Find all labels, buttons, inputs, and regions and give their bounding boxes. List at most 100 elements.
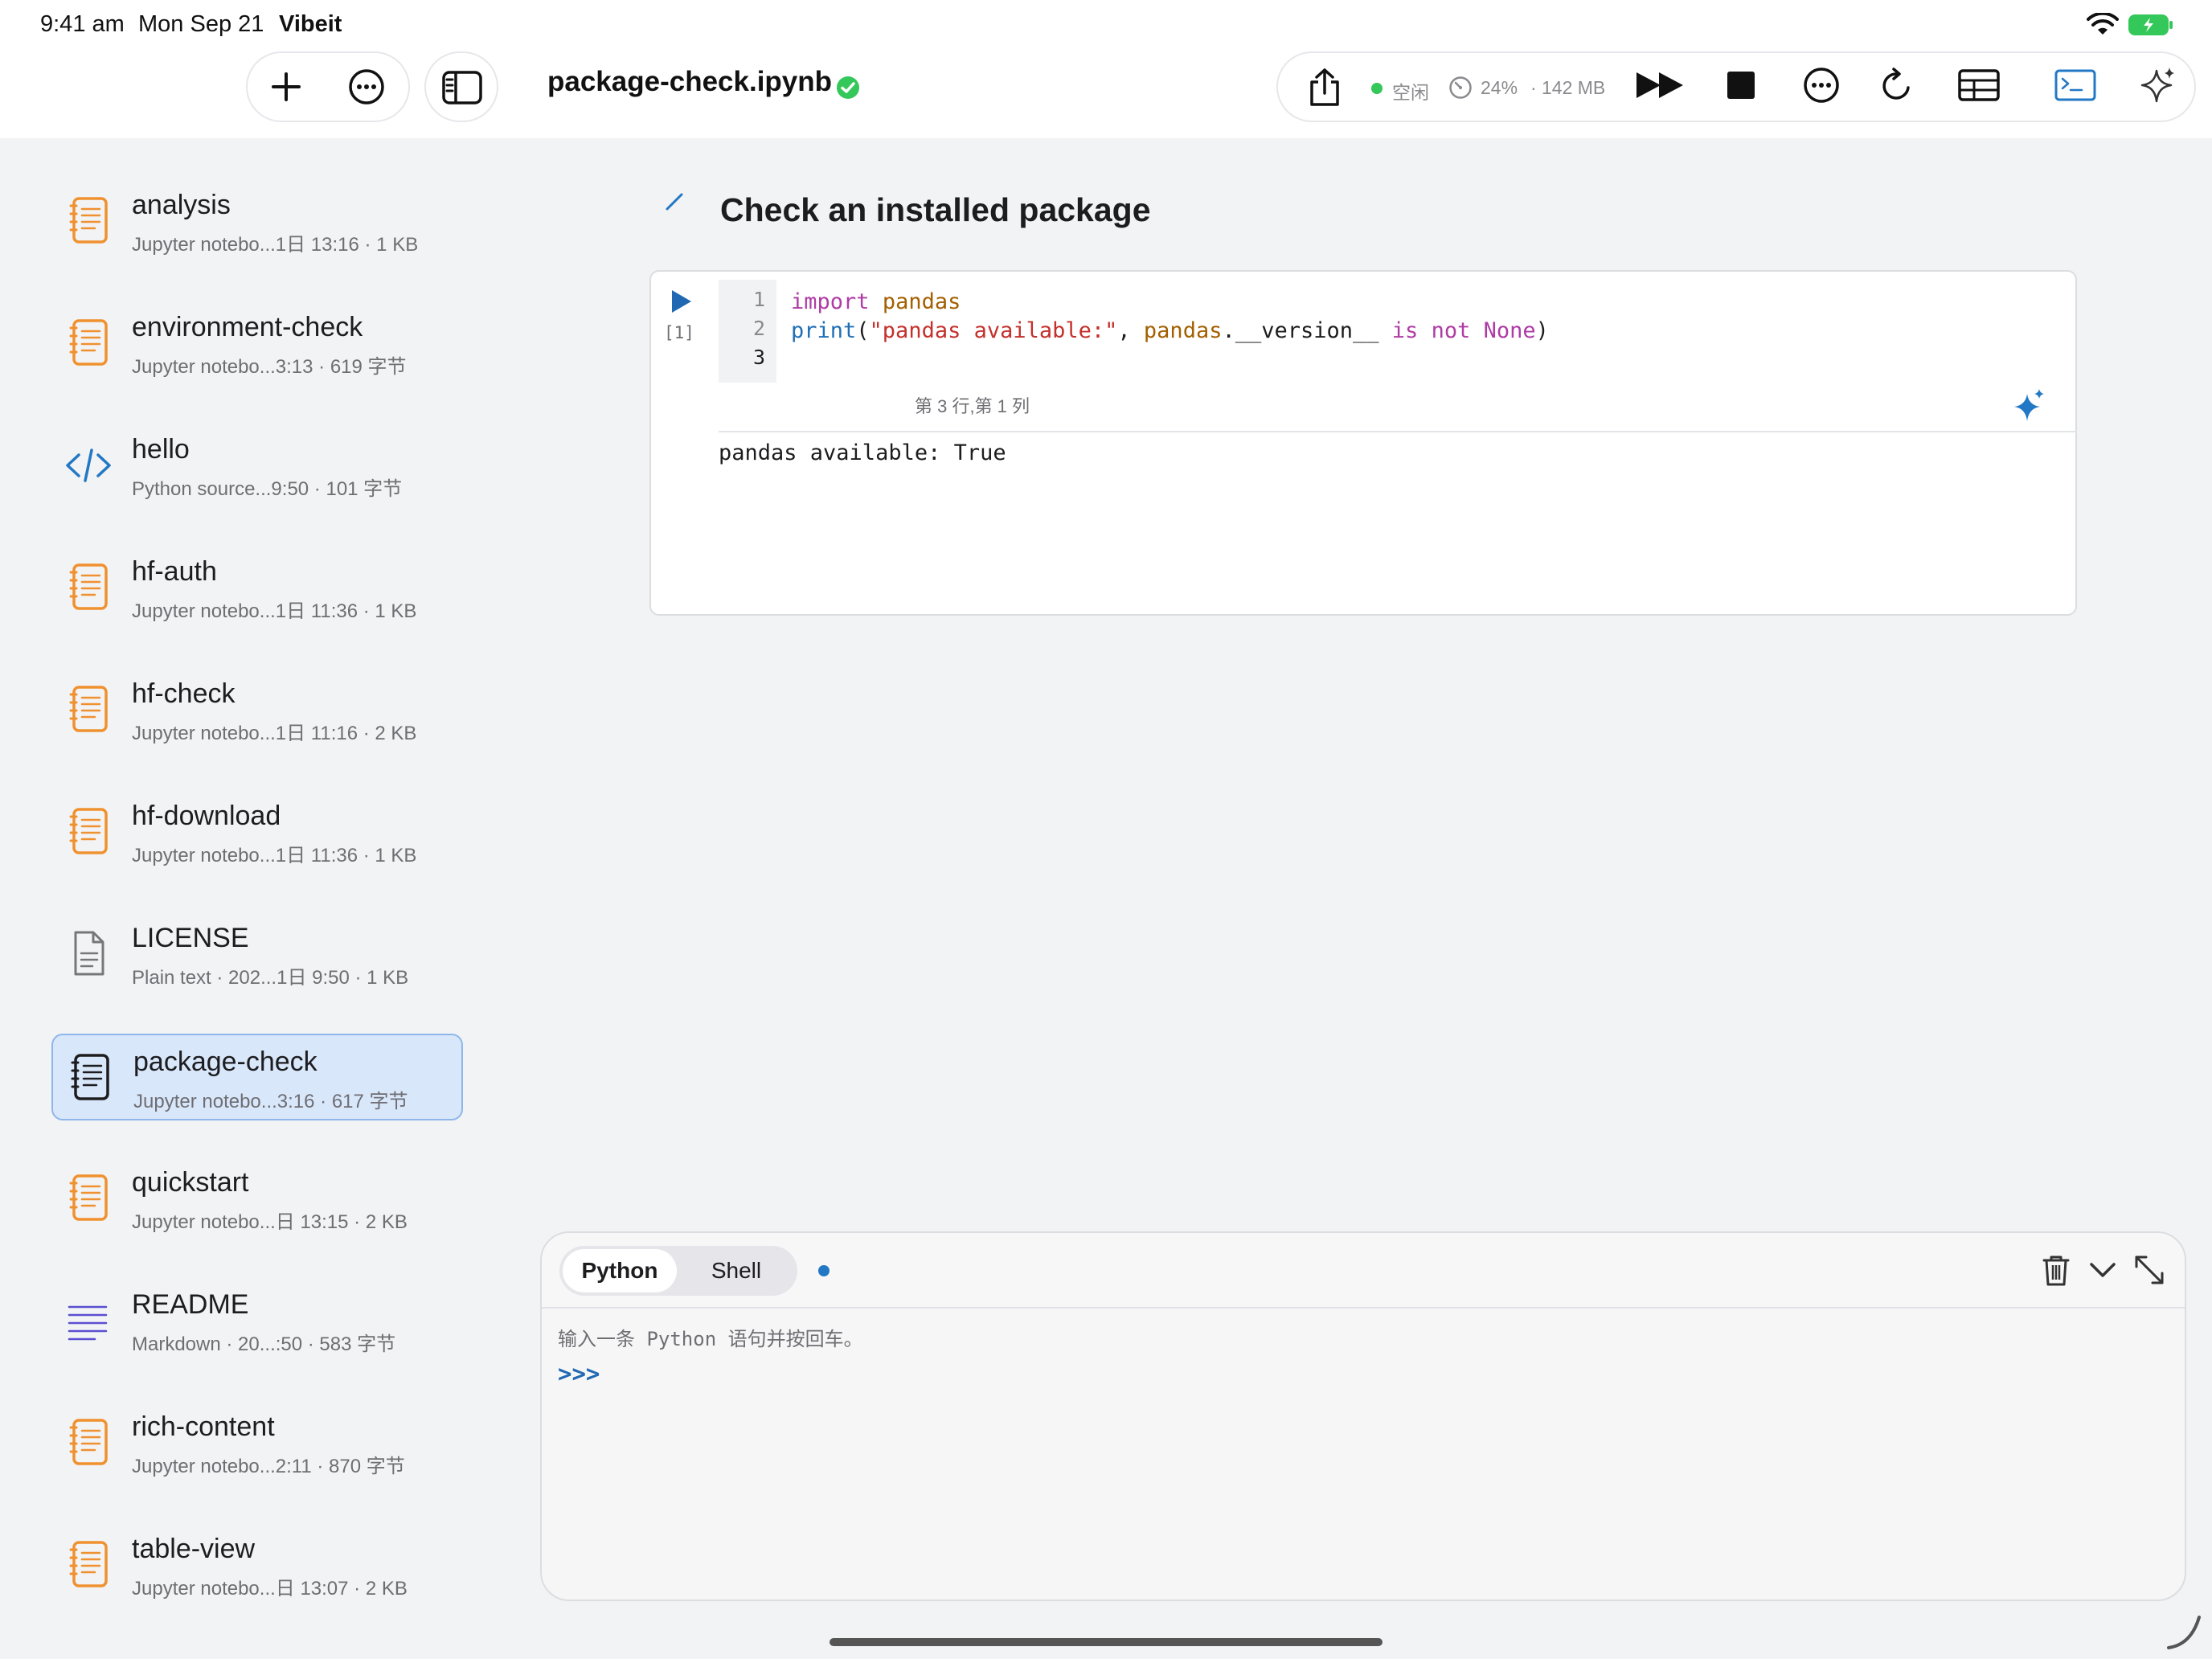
file-name: hello: [132, 434, 190, 465]
sidebar-file-item[interactable]: quickstart Jupyter notebo...日 13:15 · 2 K…: [51, 1156, 463, 1243]
console-status-dot: [818, 1265, 830, 1276]
line-number-gutter: 1 2 3: [719, 280, 776, 383]
cursor-position: 第 3 行,第 1 列: [915, 396, 1030, 416]
stop-kernel-button[interactable]: [1712, 61, 1770, 109]
cell-output: pandas available: True: [719, 440, 1006, 465]
file-actions-group: [246, 51, 410, 122]
code-attribute: .__version__: [1222, 318, 1392, 343]
battery-charging-icon: [2128, 14, 2173, 35]
line-number: 2: [752, 317, 765, 340]
status-time: 9:41 am: [40, 11, 125, 37]
table-icon: [1958, 69, 2000, 101]
restart-kernel-button[interactable]: [1868, 61, 1926, 109]
file-name: table-view: [132, 1534, 256, 1564]
notebook-icon: [64, 683, 113, 736]
edit-markdown-icon[interactable]: [662, 190, 686, 214]
file-name: environment-check: [132, 312, 363, 342]
sidebar-file-item[interactable]: rich-content Jupyter notebo...2:11 · 870 …: [51, 1400, 463, 1487]
file-name: hf-download: [132, 801, 281, 831]
file-name: quickstart: [132, 1167, 249, 1198]
terminal-icon: [2054, 69, 2096, 101]
file-meta: Jupyter notebo...3:13 · 619 字节: [132, 356, 407, 378]
file-browser-sidebar: analysis Jupyter notebo...1日 13:16 · 1 KB…: [0, 138, 514, 1659]
wifi-icon: [2087, 13, 2119, 35]
code-cell[interactable]: [1] 1 2 3 import pandas print("pandas av…: [649, 270, 2077, 616]
share-button[interactable]: [1294, 59, 1355, 116]
file-meta: Jupyter notebo...日 13:15 · 2 KB: [132, 1211, 408, 1233]
notebook-icon: [64, 1416, 113, 1469]
notebook-icon: [64, 1172, 113, 1225]
console-panel: Python Shell 输入一条 Python 语句并按回车。 >>>: [540, 1231, 2186, 1601]
execution-count: [1]: [664, 323, 694, 342]
cell-output-divider: [719, 431, 2077, 432]
sidebar-file-item[interactable]: hello Python source...9:50 · 101 字节: [51, 423, 463, 510]
more-file-actions-button[interactable]: [341, 63, 392, 111]
expand-icon[interactable]: [2132, 1252, 2167, 1288]
notebook-icon: [64, 195, 113, 248]
sidebar-file-item[interactable]: LICENSE Plain text · 202...1日 9:50 · 1 KB: [51, 911, 463, 998]
sidebar-file-item[interactable]: environment-check Jupyter notebo...3:13 ·…: [51, 301, 463, 387]
ellipsis-circle-icon: [349, 69, 384, 104]
file-meta: Jupyter notebo...1日 13:16 · 1 KB: [132, 234, 419, 256]
ellipsis-circle-icon: [1804, 68, 1839, 103]
line-number: 1: [752, 288, 765, 311]
new-file-button[interactable]: [260, 63, 312, 111]
file-name: rich-content: [132, 1411, 275, 1442]
console-mode-switch: Python Shell: [559, 1246, 797, 1296]
kernel-status-dot: [1371, 83, 1382, 94]
code-paren: (: [856, 318, 870, 343]
markdown-heading[interactable]: Check an installed package: [720, 191, 1151, 229]
run-all-button[interactable]: [1630, 61, 1691, 109]
sidebar-file-item[interactable]: hf-auth Jupyter notebo...1日 11:36 · 1 KB: [51, 545, 463, 632]
code-keyword: import: [791, 289, 870, 314]
chevron-down-icon[interactable]: [2085, 1252, 2120, 1288]
file-meta: Jupyter notebo...3:16 · 617 字节: [133, 1091, 408, 1112]
cell-ai-sparkles-icon[interactable]: [2011, 387, 2046, 423]
file-meta: Python source...9:50 · 101 字节: [132, 478, 403, 500]
stop-icon: [1727, 72, 1755, 99]
file-name: README: [132, 1289, 249, 1320]
console-prompt-input[interactable]: >>>: [558, 1360, 600, 1387]
sidebar-file-item[interactable]: analysis Jupyter notebo...1日 13:16 · 1 KB: [51, 178, 463, 265]
sidebar-file-item[interactable]: hf-download Jupyter notebo...1日 11:36 · 1…: [51, 789, 463, 876]
gauge-icon: [1449, 76, 1472, 99]
notebook-icon: [64, 561, 113, 614]
trash-icon[interactable]: [2038, 1252, 2074, 1288]
notebook-title: package-check.ipynb: [547, 66, 833, 97]
kernel-status-label: 空闲: [1392, 82, 1429, 103]
sidebar-icon: [442, 71, 482, 104]
file-meta: Jupyter notebo...日 13:07 · 2 KB: [132, 1578, 408, 1600]
terminal-toggle-button[interactable]: [2045, 61, 2106, 109]
code-variable: pandas: [1143, 318, 1223, 343]
code-module: pandas: [882, 289, 961, 314]
code-line-1[interactable]: import pandas: [791, 289, 961, 314]
fast-forward-icon: [1636, 72, 1683, 98]
sidebar-file-item[interactable]: table-view Jupyter notebo...日 13:07 · 2 K…: [51, 1522, 463, 1609]
toggle-sidebar-button[interactable]: [424, 51, 498, 122]
more-notebook-actions-button[interactable]: [1792, 61, 1850, 109]
text-file-icon: [64, 928, 113, 981]
status-app-name: Vibeit: [279, 11, 342, 37]
file-meta: Plain text · 202...1日 9:50 · 1 KB: [132, 967, 409, 989]
sidebar-file-item[interactable]: hf-check Jupyter notebo...1日 11:16 · 2 KB: [51, 667, 463, 754]
app-root: 9:41 am Mon Sep 21 Vibeit package-check.…: [0, 0, 2212, 1659]
status-bar: 9:41 am Mon Sep 21 Vibeit: [0, 0, 2212, 48]
resize-grip-icon[interactable]: [2164, 1611, 2204, 1651]
run-cell-icon[interactable]: [667, 288, 694, 315]
code-icon: [64, 439, 113, 492]
code-line-2[interactable]: print("pandas available:", pandas.__vers…: [791, 318, 1549, 343]
code-paren: ): [1535, 318, 1549, 343]
markdown-icon: [64, 1294, 113, 1347]
tab-python[interactable]: Python: [563, 1249, 677, 1292]
file-meta: Jupyter notebo...2:11 · 870 字节: [132, 1456, 405, 1477]
ai-assistant-button[interactable]: [2132, 61, 2185, 109]
plus-icon: [272, 72, 301, 101]
restart-icon: [1882, 68, 1910, 100]
code-function: print: [791, 318, 857, 343]
sidebar-file-item[interactable]: README Markdown · 20...:50 · 583 字节: [51, 1278, 463, 1365]
console-hint: 输入一条 Python 语句并按回车。: [558, 1328, 863, 1350]
table-view-button[interactable]: [1947, 61, 2011, 109]
tab-shell[interactable]: Shell: [678, 1249, 794, 1292]
sidebar-file-item[interactable]: package-check Jupyter notebo...3:16 · 617…: [51, 1034, 463, 1120]
